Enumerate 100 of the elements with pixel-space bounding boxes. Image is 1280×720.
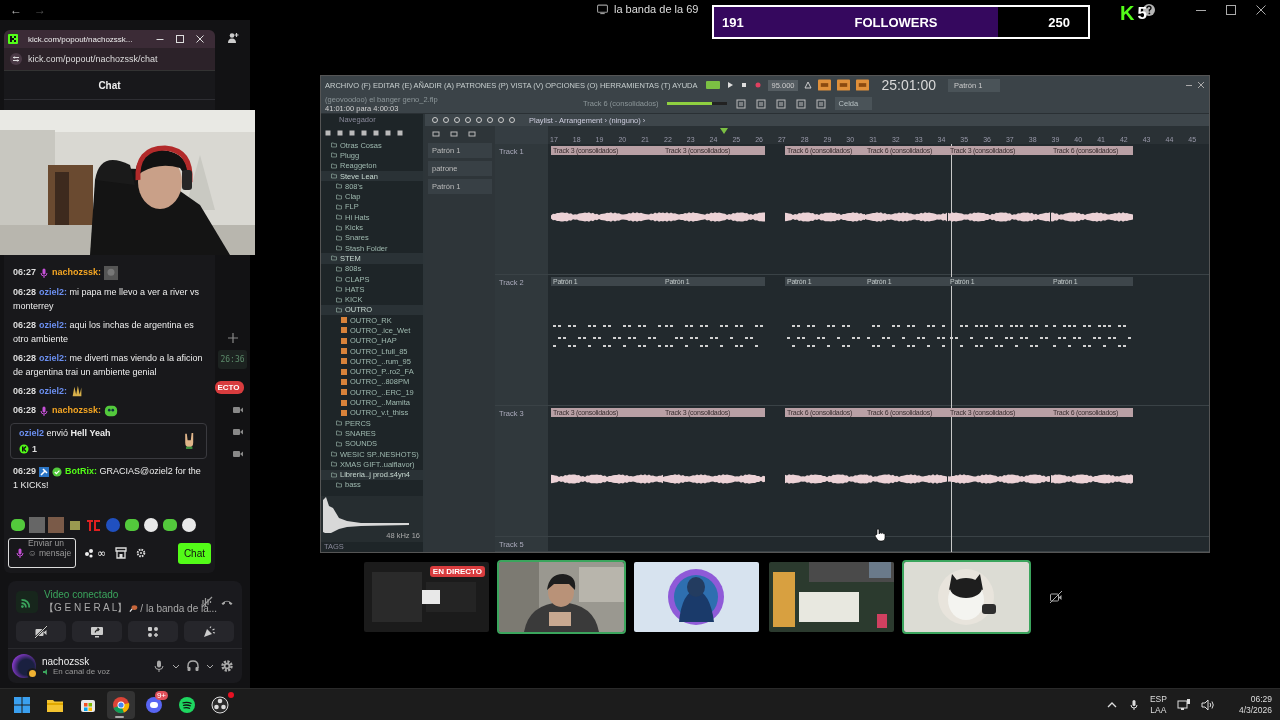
caret-icon[interactable] (172, 662, 180, 670)
screen-share-icon (90, 624, 104, 639)
emote-icon[interactable] (162, 517, 178, 533)
message-input[interactable]: Enviar un ☺ mensaje (8, 538, 76, 568)
screen-share-button[interactable] (72, 621, 122, 642)
toolbar-icon[interactable] (814, 97, 827, 110)
emote-message: 06:28 nachozssk: (13, 403, 207, 418)
toolbar-icon[interactable] (794, 97, 807, 110)
song-mode-toggle[interactable] (705, 81, 720, 89)
network-icon[interactable] (1176, 697, 1191, 712)
speaker-icon (42, 667, 50, 676)
emote-message: 06:27 nachozssk: (13, 265, 207, 280)
camera-off-icon[interactable] (1049, 590, 1063, 604)
chat-message: 06:28 oziel2: me diverti mas viendo a la aficion de argentina trai un ambiente genial (13, 351, 204, 379)
signal-icon (16, 591, 38, 613)
activities-button[interactable] (128, 621, 178, 642)
channel-name[interactable]: 【G E N E R A L】 (44, 601, 128, 615)
caret-icon[interactable] (206, 662, 214, 670)
cursor-icon (874, 528, 886, 542)
user-avatar[interactable] (12, 654, 36, 678)
kick-logo-icon (8, 34, 18, 44)
participant-tile[interactable]: EN DIRECTO (362, 560, 491, 634)
voice-status: En canal de voz (53, 667, 110, 676)
soundboard-icon (202, 624, 216, 639)
start-app-icon[interactable] (13, 695, 31, 714)
camera-off-button[interactable] (16, 621, 66, 642)
time-display: 25:01:00 (881, 77, 936, 93)
call-timer: 26:36 (218, 350, 247, 369)
record-mode-button[interactable] (818, 79, 832, 91)
maximize-icon[interactable] (175, 34, 185, 44)
kick-coin-icon (19, 443, 29, 454)
play-icon[interactable] (725, 81, 734, 89)
dots-icon (85, 548, 95, 558)
settings-icon[interactable] (220, 659, 234, 673)
site-settings-icon[interactable] (10, 53, 22, 65)
connection-status: Video conectado (44, 589, 120, 600)
kicks-button[interactable]: ∞ (85, 546, 107, 560)
taskbar-button[interactable] (107, 690, 135, 719)
pattern-tool-icon[interactable] (450, 130, 458, 138)
kick-count: 5 (1137, 3, 1147, 24)
goal-label: FOLLOWERS (854, 14, 938, 30)
server-name[interactable]: / la banda de la... (140, 602, 218, 614)
record-icon[interactable] (753, 81, 762, 89)
headphones-icon[interactable] (186, 659, 200, 673)
volume-icon[interactable] (1200, 697, 1215, 712)
chat-header: Chat (4, 71, 215, 100)
microphone-icon (39, 267, 50, 278)
send-button[interactable]: Chat (177, 542, 211, 564)
add-friend-icon[interactable] (226, 32, 239, 44)
store-icon[interactable] (115, 547, 128, 559)
master-volume-slider[interactable] (666, 102, 727, 105)
camera-icon (231, 404, 244, 416)
toolbar-icon[interactable] (734, 97, 747, 110)
goal-target: 250 (1048, 14, 1070, 30)
emote-icon (104, 403, 119, 418)
record-mode-button[interactable] (856, 79, 870, 91)
maximize-icon[interactable] (1224, 3, 1238, 17)
emote-message: 06:28 oziel2: (13, 383, 207, 399)
username: nachozssk (42, 656, 91, 667)
toolbar-icon[interactable] (774, 97, 787, 110)
emote-icon[interactable] (124, 517, 140, 533)
live-badge: ECTO (215, 381, 244, 394)
follower-count: 191 (722, 14, 744, 30)
language-indicator[interactable]: ESP LAA (1149, 693, 1167, 716)
record-mode-button[interactable] (837, 79, 851, 91)
camera-icon (231, 448, 244, 460)
microphone-icon[interactable] (152, 659, 166, 673)
plus-icon[interactable] (226, 332, 239, 344)
metronome-icon[interactable] (804, 81, 813, 89)
toolbar-icon[interactable] (754, 97, 767, 110)
tab-title: kick.com/popout/nachozssk... (28, 34, 134, 44)
url-text[interactable]: kick.com/popout/nachozssk/chat (28, 54, 158, 64)
live-badge: EN DIRECTO (429, 566, 485, 577)
pattern-tool-icon[interactable] (432, 130, 440, 138)
microphone-icon (39, 405, 50, 416)
camera-icon (231, 426, 244, 438)
gift-count: 1 (32, 443, 37, 454)
spotify-app-icon[interactable] (178, 695, 196, 714)
taskbar-button[interactable]: 9+ (140, 690, 168, 719)
chat-message: 06:28 oziel2: mi papa me llevo a ver a river vs monterrey (13, 285, 201, 313)
camera-off-icon (34, 624, 48, 639)
pattern-tool-icon[interactable] (468, 130, 476, 138)
verified-icon (52, 466, 63, 477)
emote-icon[interactable] (10, 517, 26, 533)
kick-logo: K (1120, 2, 1135, 25)
obs-app-icon[interactable] (211, 695, 229, 714)
close-icon[interactable] (1197, 81, 1205, 89)
chrome-app-icon[interactable] (112, 695, 130, 714)
gift-message: oziel2 envió Hell Yeah (19, 427, 112, 438)
microphone-icon[interactable] (1127, 698, 1140, 711)
emote-icon[interactable] (181, 517, 197, 533)
close-icon[interactable] (1254, 3, 1268, 17)
emote-icon (104, 265, 119, 280)
back-button[interactable]: ← (10, 3, 22, 17)
activities-icon (146, 624, 160, 639)
playhead-marker[interactable] (720, 128, 728, 134)
clock[interactable]: 06:29 4/3/2026 (1238, 693, 1272, 716)
notification-badge: 9+ (154, 690, 168, 700)
soundboard-button[interactable] (184, 621, 234, 642)
emote-icon[interactable] (143, 517, 159, 533)
